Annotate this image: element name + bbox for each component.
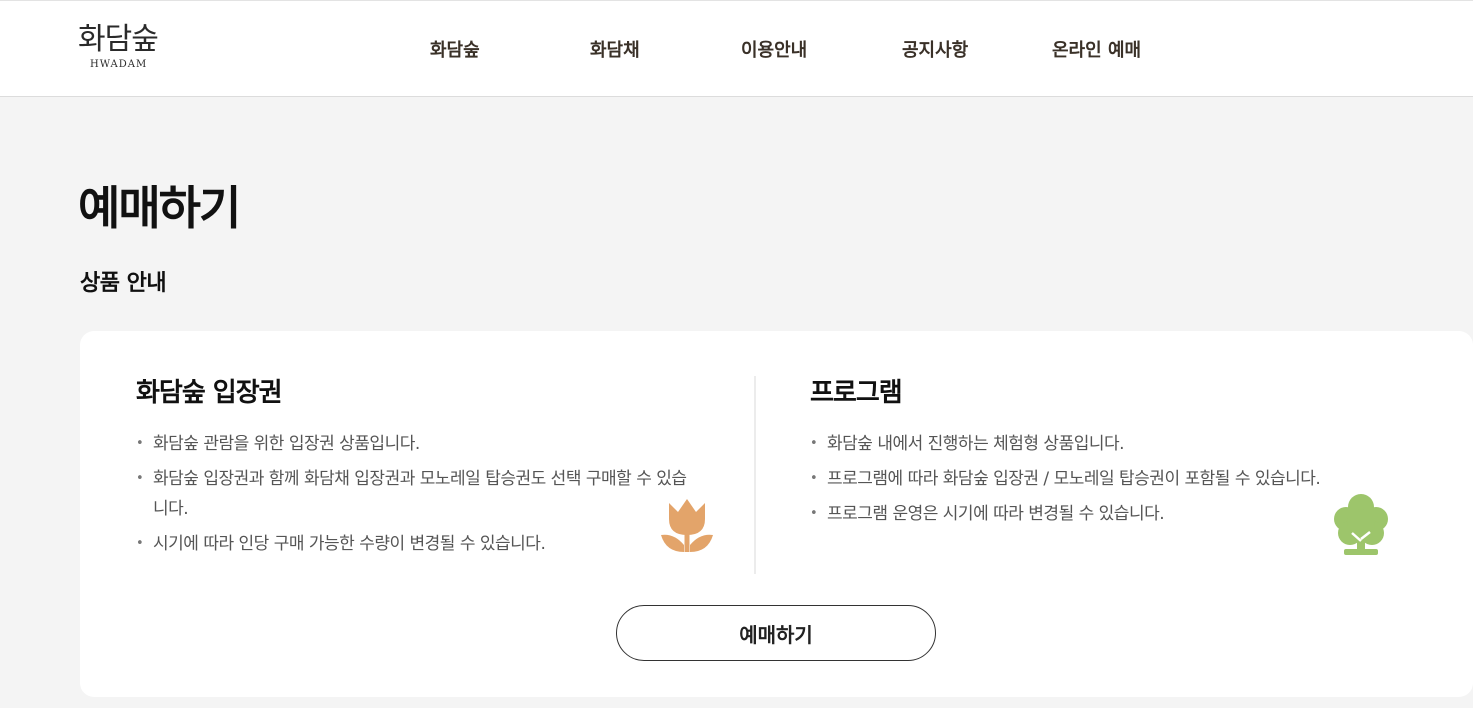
site-header: 화담숲 HWADAM 화담숲 화담채 이용안내 공지사항 온라인 예매 [0,0,1473,97]
nav-item-hwadamchae[interactable]: 화담채 [590,36,640,62]
page-title: 예매하기 [78,181,241,235]
nav-item-hwadamsup[interactable]: 화담숲 [430,36,480,62]
product-ticket: 화담숲 입장권 화담숲 관람을 위한 입장권 상품입니다. 화담숲 입장권과 함… [136,375,696,564]
tree-icon [1332,493,1390,557]
product-program-title: 프로그램 [810,378,903,408]
list-item: 프로그램 운영은 시기에 따라 변경될 수 있습니다. [810,499,1330,529]
product-info-card: 화담숲 입장권 화담숲 관람을 위한 입장권 상품입니다. 화담숲 입장권과 함… [80,331,1473,697]
list-item: 프로그램에 따라 화담숲 입장권 / 모노레일 탑승권이 포함될 수 있습니다. [810,464,1330,494]
column-divider [754,376,756,574]
nav-item-guide[interactable]: 이용안내 [741,36,807,62]
section-title: 상품 안내 [80,271,167,296]
product-ticket-title: 화담숲 입장권 [136,378,283,408]
list-item: 시기에 따라 인당 구매 가능한 수량이 변경될 수 있습니다. [136,529,696,559]
nav-item-notice[interactable]: 공지사항 [902,36,968,62]
list-item: 화담숲 입장권과 함께 화담채 입장권과 모노레일 탑승권도 선택 구매할 수 … [136,464,696,524]
list-item: 화담숲 관람을 위한 입장권 상품입니다. [136,429,696,459]
book-button[interactable]: 예매하기 [616,605,936,661]
list-item: 화담숲 내에서 진행하는 체험형 상품입니다. [810,429,1330,459]
main-nav: 화담숲 화담채 이용안내 공지사항 온라인 예매 [0,36,1473,64]
product-program-bullets: 화담숲 내에서 진행하는 체험형 상품입니다. 프로그램에 따라 화담숲 입장권… [810,429,1330,529]
product-ticket-bullets: 화담숲 관람을 위한 입장권 상품입니다. 화담숲 입장권과 함께 화담채 입장… [136,429,696,559]
nav-item-online-booking[interactable]: 온라인 예매 [1052,36,1141,62]
product-program: 프로그램 화담숲 내에서 진행하는 체험형 상품입니다. 프로그램에 따라 화담… [810,375,1330,534]
tulip-icon [660,497,714,555]
